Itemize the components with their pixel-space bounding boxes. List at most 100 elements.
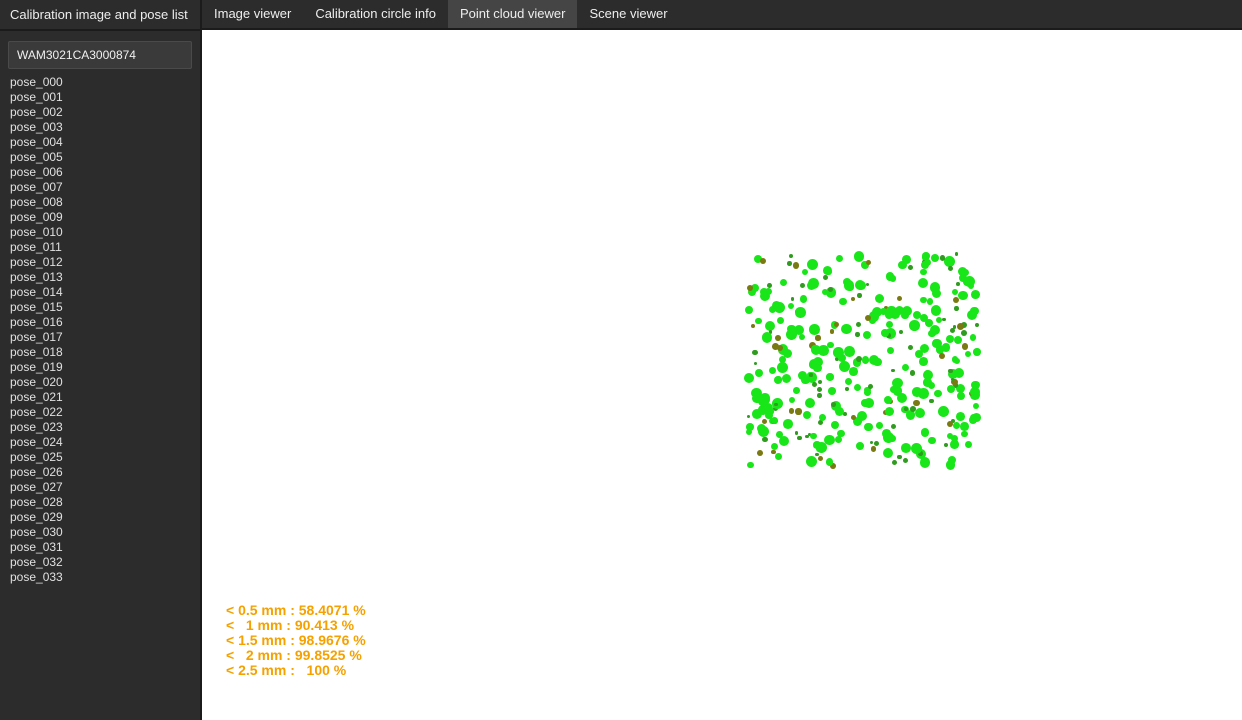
cloud-point bbox=[962, 343, 968, 349]
pose-item[interactable]: pose_010 bbox=[8, 225, 192, 240]
cloud-point bbox=[886, 321, 893, 328]
cloud-point bbox=[836, 255, 843, 262]
cloud-point bbox=[795, 431, 798, 434]
cloud-point bbox=[910, 370, 916, 376]
cloud-point bbox=[817, 387, 822, 392]
pose-item[interactable]: pose_020 bbox=[8, 375, 192, 390]
pose-item[interactable]: pose_012 bbox=[8, 255, 192, 270]
pose-item[interactable]: pose_002 bbox=[8, 105, 192, 120]
cloud-point bbox=[961, 269, 968, 276]
cloud-point bbox=[919, 357, 928, 366]
pose-item[interactable]: pose_018 bbox=[8, 345, 192, 360]
cloud-point bbox=[795, 408, 801, 414]
cloud-point bbox=[802, 269, 808, 275]
cloud-point bbox=[805, 398, 815, 408]
cloud-point bbox=[809, 373, 812, 376]
cloud-point bbox=[799, 334, 805, 340]
cloud-point-outlier bbox=[957, 323, 964, 330]
cloud-point bbox=[874, 441, 879, 446]
sidebar: Calibration image and pose list WAM3021C… bbox=[0, 0, 202, 720]
cloud-point bbox=[925, 319, 933, 327]
cloud-point bbox=[789, 397, 795, 403]
pose-item[interactable]: pose_016 bbox=[8, 315, 192, 330]
pose-item[interactable]: pose_029 bbox=[8, 510, 192, 525]
pose-item[interactable]: pose_030 bbox=[8, 525, 192, 540]
tab-image-viewer[interactable]: Image viewer bbox=[202, 0, 303, 28]
pose-item[interactable]: pose_013 bbox=[8, 270, 192, 285]
pose-item[interactable]: pose_001 bbox=[8, 90, 192, 105]
pose-item[interactable]: pose_017 bbox=[8, 330, 192, 345]
pose-item[interactable]: pose_015 bbox=[8, 300, 192, 315]
cloud-point bbox=[780, 279, 787, 286]
cloud-point bbox=[942, 318, 945, 321]
cloud-point bbox=[752, 394, 761, 403]
cloud-point bbox=[747, 462, 754, 469]
cloud-point bbox=[789, 254, 793, 258]
pose-item[interactable]: pose_007 bbox=[8, 180, 192, 195]
tab-point-cloud-viewer[interactable]: Point cloud viewer bbox=[448, 0, 578, 28]
cloud-point bbox=[931, 254, 939, 262]
pose-item[interactable]: pose_024 bbox=[8, 435, 192, 450]
stat-line: < 1 mm : 90.413 % bbox=[226, 618, 366, 633]
pose-item[interactable]: pose_006 bbox=[8, 165, 192, 180]
device-button[interactable]: WAM3021CA3000874 bbox=[8, 41, 192, 69]
cloud-point bbox=[890, 386, 896, 392]
point-cloud-viewer[interactable]: < 0.5 mm : 58.4071 %< 1 mm : 90.413 %< 1… bbox=[202, 30, 1242, 720]
pose-item[interactable]: pose_011 bbox=[8, 240, 192, 255]
cloud-point bbox=[819, 414, 826, 421]
pose-item[interactable]: pose_003 bbox=[8, 120, 192, 135]
cloud-point bbox=[746, 423, 754, 431]
cloud-point bbox=[775, 376, 782, 383]
pose-item[interactable]: pose_033 bbox=[8, 570, 192, 585]
sidebar-title: Calibration image and pose list bbox=[0, 0, 200, 31]
cloud-point-outlier bbox=[818, 456, 823, 461]
cloud-point bbox=[751, 324, 755, 328]
pose-item[interactable]: pose_008 bbox=[8, 195, 192, 210]
pose-list[interactable]: pose_000pose_001pose_002pose_003pose_004… bbox=[0, 75, 200, 593]
cloud-point bbox=[929, 399, 934, 404]
pose-item[interactable]: pose_021 bbox=[8, 390, 192, 405]
cloud-point-outlier bbox=[747, 285, 753, 291]
pose-item[interactable]: pose_026 bbox=[8, 465, 192, 480]
cloud-point bbox=[948, 456, 956, 464]
cloud-point bbox=[890, 275, 896, 281]
pose-item[interactable]: pose_031 bbox=[8, 540, 192, 555]
cloud-point bbox=[839, 361, 850, 372]
cloud-point bbox=[954, 336, 962, 344]
cloud-point bbox=[932, 339, 940, 347]
cloud-point bbox=[911, 443, 922, 454]
tab-scene-viewer[interactable]: Scene viewer bbox=[577, 0, 679, 28]
pose-item[interactable]: pose_014 bbox=[8, 285, 192, 300]
pose-item[interactable]: pose_019 bbox=[8, 360, 192, 375]
cloud-point bbox=[913, 311, 921, 319]
cloud-point bbox=[845, 378, 852, 385]
pose-item[interactable]: pose_023 bbox=[8, 420, 192, 435]
cloud-point bbox=[854, 384, 861, 391]
cloud-point bbox=[897, 393, 907, 403]
cloud-point bbox=[762, 332, 773, 343]
stat-line: < 2 mm : 99.8525 % bbox=[226, 648, 366, 663]
cloud-point bbox=[844, 280, 854, 290]
pose-item[interactable]: pose_032 bbox=[8, 555, 192, 570]
pose-item[interactable]: pose_025 bbox=[8, 450, 192, 465]
cloud-point bbox=[901, 443, 911, 453]
pose-item[interactable]: pose_000 bbox=[8, 75, 192, 90]
tab-calibration-circle-info[interactable]: Calibration circle info bbox=[303, 0, 448, 28]
cloud-point bbox=[752, 350, 758, 356]
pose-item[interactable]: pose_022 bbox=[8, 405, 192, 420]
cloud-point-outlier bbox=[947, 421, 953, 427]
cloud-point bbox=[841, 324, 852, 335]
cloud-point bbox=[800, 295, 807, 302]
cloud-point bbox=[755, 369, 763, 377]
pose-item[interactable]: pose_005 bbox=[8, 150, 192, 165]
pose-item[interactable]: pose_009 bbox=[8, 210, 192, 225]
pose-item[interactable]: pose_027 bbox=[8, 480, 192, 495]
pose-item[interactable]: pose_028 bbox=[8, 495, 192, 510]
app-root: Calibration image and pose list WAM3021C… bbox=[0, 0, 1242, 720]
cloud-point bbox=[760, 258, 767, 265]
cloud-point bbox=[968, 283, 974, 289]
cloud-point bbox=[946, 335, 954, 343]
pose-item[interactable]: pose_004 bbox=[8, 135, 192, 150]
cloud-point bbox=[960, 422, 968, 430]
cloud-point bbox=[902, 306, 912, 316]
